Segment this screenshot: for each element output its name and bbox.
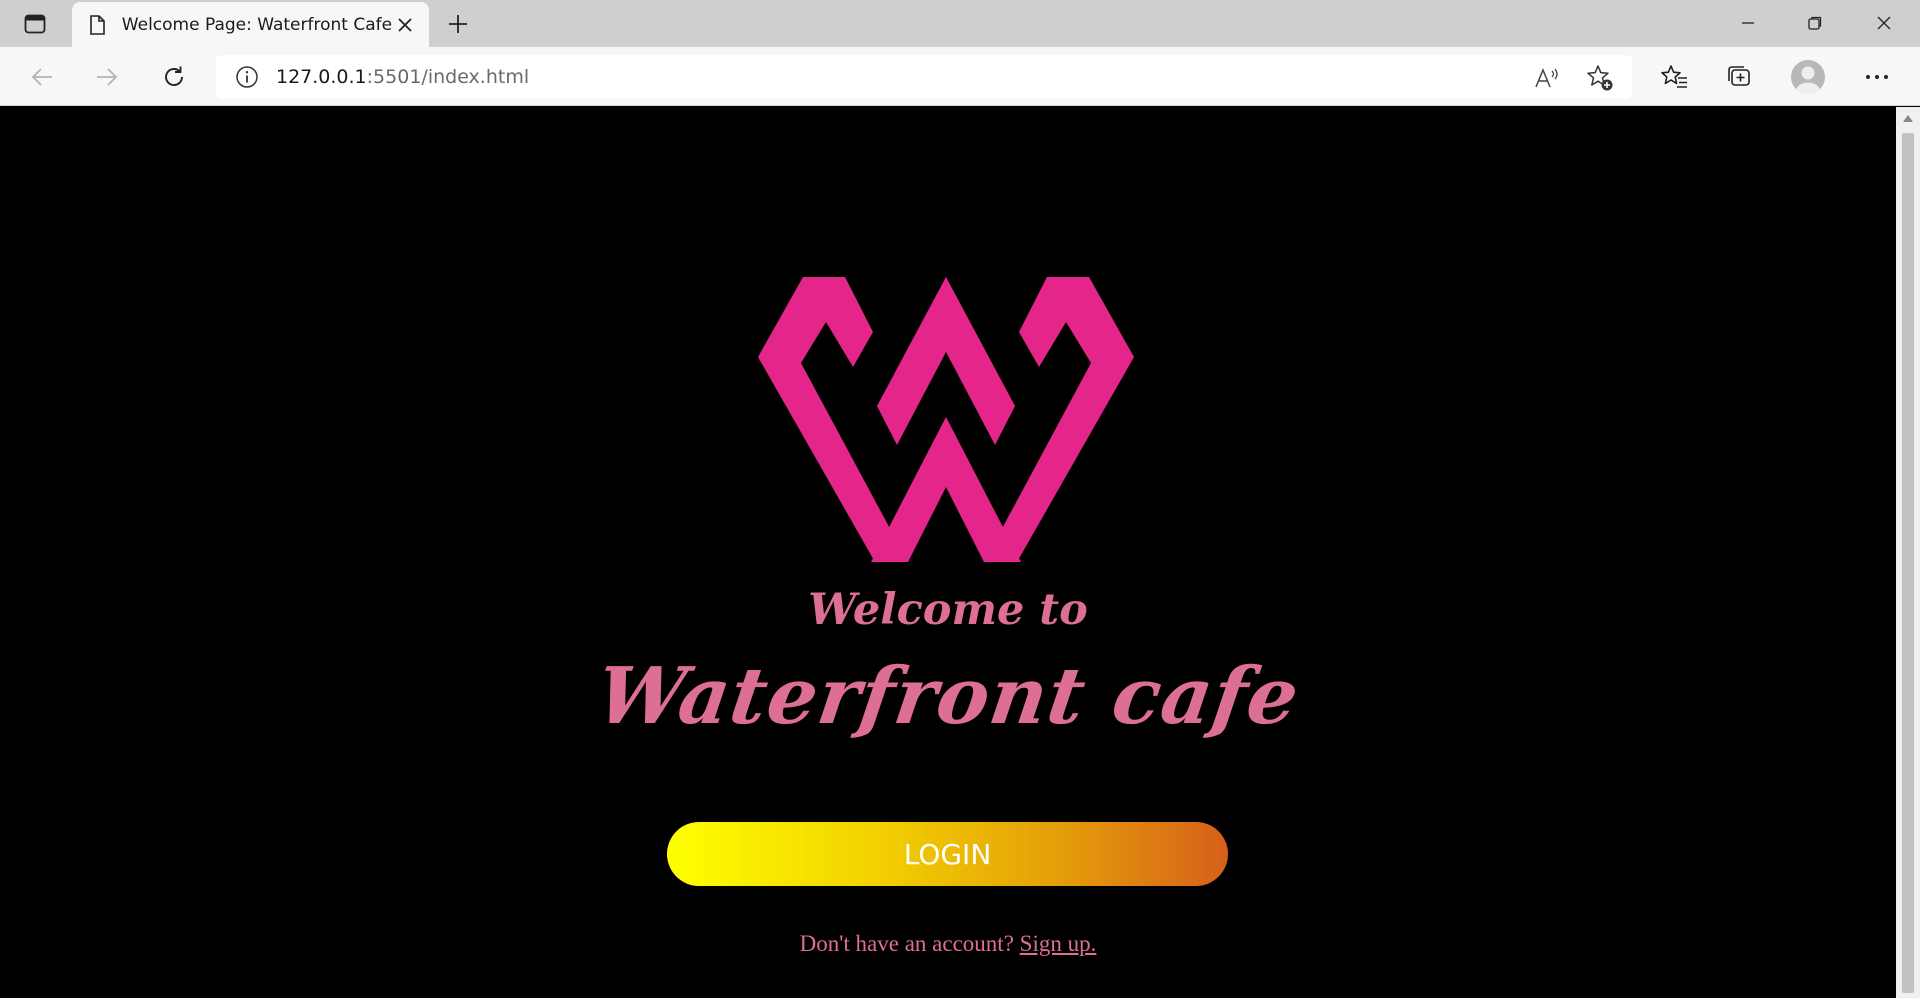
signup-link[interactable]: Sign up. <box>1020 931 1097 956</box>
close-icon[interactable] <box>392 11 417 39</box>
tab-title: Welcome Page: Waterfront Cafe <box>121 14 393 35</box>
favorites-icon[interactable] <box>1656 59 1692 95</box>
close-window-icon[interactable] <box>1866 8 1902 38</box>
url-host: 127.0.0.1 <box>276 66 367 88</box>
url-path: :5501/index.html <box>366 66 530 88</box>
scroll-up-arrow-icon[interactable] <box>1896 111 1920 125</box>
cafe-name-heading: Waterfront cafe <box>591 651 1305 742</box>
vertical-scrollbar[interactable] <box>1896 107 1920 998</box>
tab-welcome-page[interactable]: Welcome Page: Waterfront Cafe <box>72 2 429 47</box>
browser-toolbar: 127.0.0.1:5501/index.html <box>0 47 1920 106</box>
restore-icon[interactable] <box>1797 8 1833 38</box>
plus-icon[interactable] <box>442 8 474 40</box>
scrollbar-thumb[interactable] <box>1902 133 1914 993</box>
login-button[interactable]: LOGIN <box>667 822 1228 886</box>
page-icon <box>88 14 106 36</box>
page-viewport: Welcome to Waterfront cafe LOGIN Don't h… <box>0 107 1896 998</box>
profile-avatar-icon[interactable] <box>1791 60 1825 94</box>
collections-icon[interactable] <box>1721 59 1757 95</box>
tab-bar: Welcome Page: Waterfront Cafe <box>0 0 1920 47</box>
back-arrow-icon[interactable] <box>24 59 60 95</box>
read-aloud-icon[interactable] <box>1532 63 1562 93</box>
more-icon[interactable] <box>1859 59 1895 95</box>
refresh-icon[interactable] <box>156 59 192 95</box>
address-bar[interactable]: 127.0.0.1:5501/index.html <box>216 55 1632 99</box>
minimize-icon[interactable] <box>1730 8 1766 38</box>
logo-w-mark <box>758 277 1134 562</box>
signup-prompt-text: Don't have an account? <box>799 931 1014 956</box>
info-icon[interactable] <box>234 64 260 90</box>
add-favorite-icon[interactable] <box>1585 63 1615 93</box>
welcome-heading: Welcome to <box>808 585 1088 635</box>
tab-actions-icon[interactable] <box>18 10 52 38</box>
forward-arrow-icon[interactable] <box>89 59 125 95</box>
signup-prompt-line: Don't have an account? Sign up. <box>0 931 1896 957</box>
waterfront-logo <box>758 277 1134 562</box>
url-text[interactable]: 127.0.0.1:5501/index.html <box>276 66 529 88</box>
